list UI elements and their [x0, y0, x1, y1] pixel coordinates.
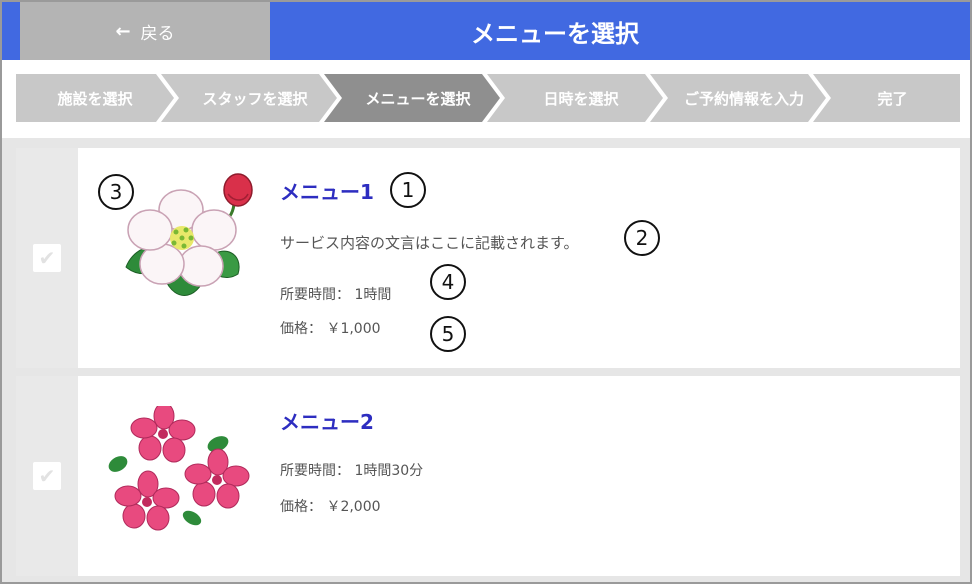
back-label: 戻る: [140, 23, 175, 44]
step-label: 施設を選択: [57, 89, 133, 108]
menu-price: 価格： ￥2,000: [280, 499, 381, 515]
step-facility: 施設を選択: [16, 74, 174, 122]
step-label: スタッフを選択: [202, 89, 308, 108]
menu-card-2[interactable]: ✔ メニュー2 所要時間： 1時間30分 価格： ￥2,000: [16, 376, 960, 576]
page-title: メニューを選択: [471, 19, 639, 48]
arrow-left-icon: ←: [115, 20, 131, 42]
app-frame: ← 戻る メニューを選択 施設を選択 スタッフを選択 メニューを選択 日時を選択…: [0, 0, 972, 584]
menu-select-checkbox[interactable]: ✔: [16, 148, 78, 368]
step-reservation-info: ご予約情報を入力: [650, 74, 826, 122]
step-menu: メニューを選択: [324, 74, 500, 122]
check-icon: ✔: [33, 462, 61, 490]
annotation-1: 1: [390, 172, 426, 208]
step-datetime: 日時を選択: [487, 74, 663, 122]
annotation-5: 5: [430, 316, 466, 352]
step-staff: スタッフを選択: [161, 74, 337, 122]
menu-name[interactable]: メニュー2: [280, 406, 374, 435]
menu-card-1[interactable]: ✔ メニュー1 サービス内容の文言はここに記載されます。 所要時間： 1時間 価…: [16, 148, 960, 368]
azalea-image: [108, 406, 250, 531]
menu-select-checkbox[interactable]: ✔: [16, 376, 78, 576]
step-complete: 完了: [813, 74, 960, 122]
menu-name[interactable]: メニュー1: [280, 176, 374, 205]
step-label: ご予約情報を入力: [683, 89, 804, 108]
step-label: 完了: [877, 89, 908, 108]
header-bar: ← 戻る メニューを選択: [2, 2, 970, 60]
menu-duration: 所要時間： 1時間30分: [280, 463, 424, 479]
menu-price: 価格： ￥1,000: [280, 321, 381, 337]
annotation-3: 3: [98, 174, 134, 210]
step-label: メニューを選択: [365, 89, 471, 108]
menu-duration: 所要時間： 1時間: [280, 287, 392, 303]
back-button[interactable]: ← 戻る: [20, 2, 270, 60]
step-label: 日時を選択: [543, 89, 619, 108]
check-icon: ✔: [33, 244, 61, 272]
menu-description: サービス内容の文言はここに記載されます。: [280, 234, 579, 252]
annotation-2: 2: [624, 220, 660, 256]
progress-stepper: 施設を選択 スタッフを選択 メニューを選択 日時を選択 ご予約情報を入力 完了: [2, 60, 970, 138]
annotation-4: 4: [430, 264, 466, 300]
